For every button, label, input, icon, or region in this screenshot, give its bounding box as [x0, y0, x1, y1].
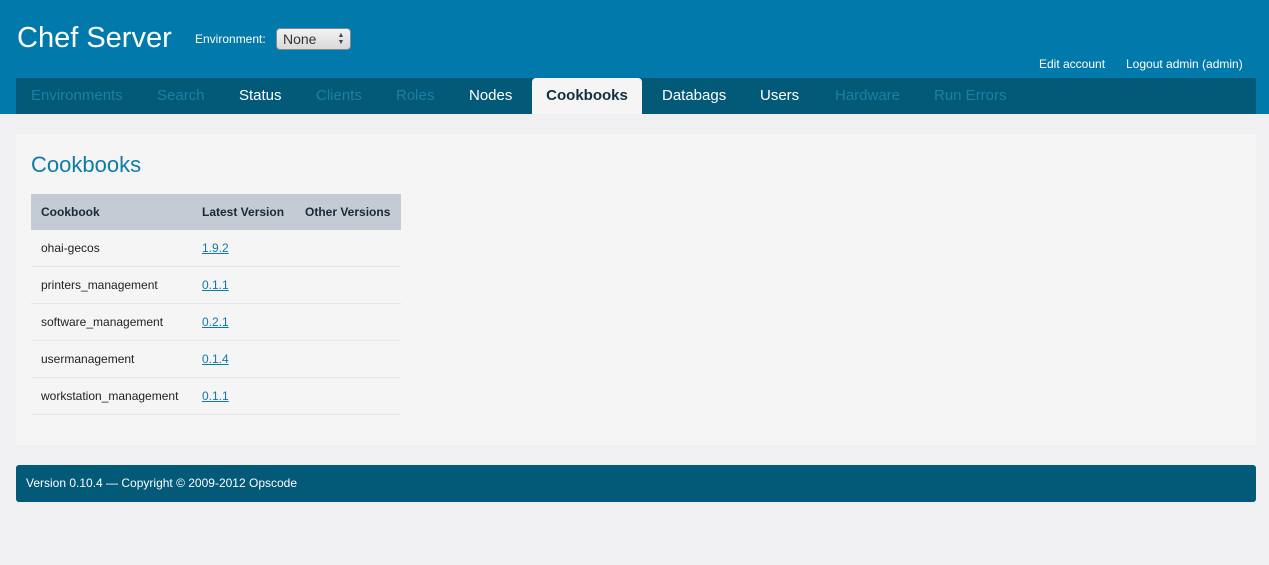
latest-version-link[interactable]: 0.2.1	[202, 304, 229, 340]
cookbook-name: usermanagement	[41, 352, 135, 366]
latest-version-link[interactable]: 0.1.4	[202, 341, 229, 377]
column-header-latest-version: Latest Version	[202, 205, 285, 219]
latest-version-link[interactable]: 0.1.1	[202, 267, 229, 303]
tab-nodes[interactable]: Nodes	[469, 78, 512, 114]
table-row: ohai-gecos 1.9.2	[31, 230, 401, 267]
main-nav: Environments Search Status Clients Roles…	[16, 78, 1256, 114]
main-content: Cookbooks Cookbook Latest Version Other …	[16, 134, 1256, 445]
header: Chef Server Environment: None ▲ ▼ Edit ac…	[0, 0, 1269, 114]
edit-account-link[interactable]: Edit account	[1039, 57, 1105, 72]
tab-users[interactable]: Users	[760, 78, 799, 114]
tab-cookbooks[interactable]: Cookbooks	[532, 78, 642, 114]
tab-environments[interactable]: Environments	[31, 78, 123, 114]
environment-label: Environment:	[195, 32, 266, 46]
tab-status[interactable]: Status	[239, 78, 282, 114]
tab-run-errors[interactable]: Run Errors	[934, 78, 1007, 114]
tab-search[interactable]: Search	[157, 78, 205, 114]
footer: Version 0.10.4 — Copyright © 2009-2012 O…	[16, 465, 1256, 502]
table-row: workstation_management 0.1.1	[31, 378, 401, 415]
tab-databags[interactable]: Databags	[662, 78, 726, 114]
environment-select-value: None	[283, 31, 317, 47]
table-row: usermanagement 0.1.4	[31, 341, 401, 378]
environment-select[interactable]: None ▲ ▼	[276, 28, 351, 50]
app-title: Chef Server	[17, 22, 172, 54]
logout-link[interactable]: Logout admin (admin)	[1126, 57, 1243, 72]
latest-version-link[interactable]: 1.9.2	[202, 230, 229, 266]
table-row: software_management 0.2.1	[31, 304, 401, 341]
select-arrows-icon: ▲ ▼	[337, 32, 345, 46]
table-header: Cookbook Latest Version Other Versions	[31, 194, 401, 230]
tab-roles[interactable]: Roles	[396, 78, 434, 114]
cookbook-name: workstation_management	[41, 389, 179, 403]
latest-version-link[interactable]: 0.1.1	[202, 378, 229, 414]
tab-hardware[interactable]: Hardware	[835, 78, 900, 114]
cookbook-name: ohai-gecos	[41, 241, 100, 255]
column-header-other-versions: Other Versions	[305, 205, 391, 219]
table-row: printers_management 0.1.1	[31, 267, 401, 304]
cookbook-name: software_management	[41, 315, 164, 329]
cookbooks-table: Cookbook Latest Version Other Versions o…	[31, 194, 401, 415]
cookbook-name: printers_management	[41, 278, 158, 292]
page-title: Cookbooks	[31, 152, 142, 177]
column-header-cookbook: Cookbook	[41, 205, 100, 219]
tab-clients[interactable]: Clients	[316, 78, 362, 114]
footer-copyright: Version 0.10.4 — Copyright © 2009-2012 O…	[26, 476, 298, 490]
